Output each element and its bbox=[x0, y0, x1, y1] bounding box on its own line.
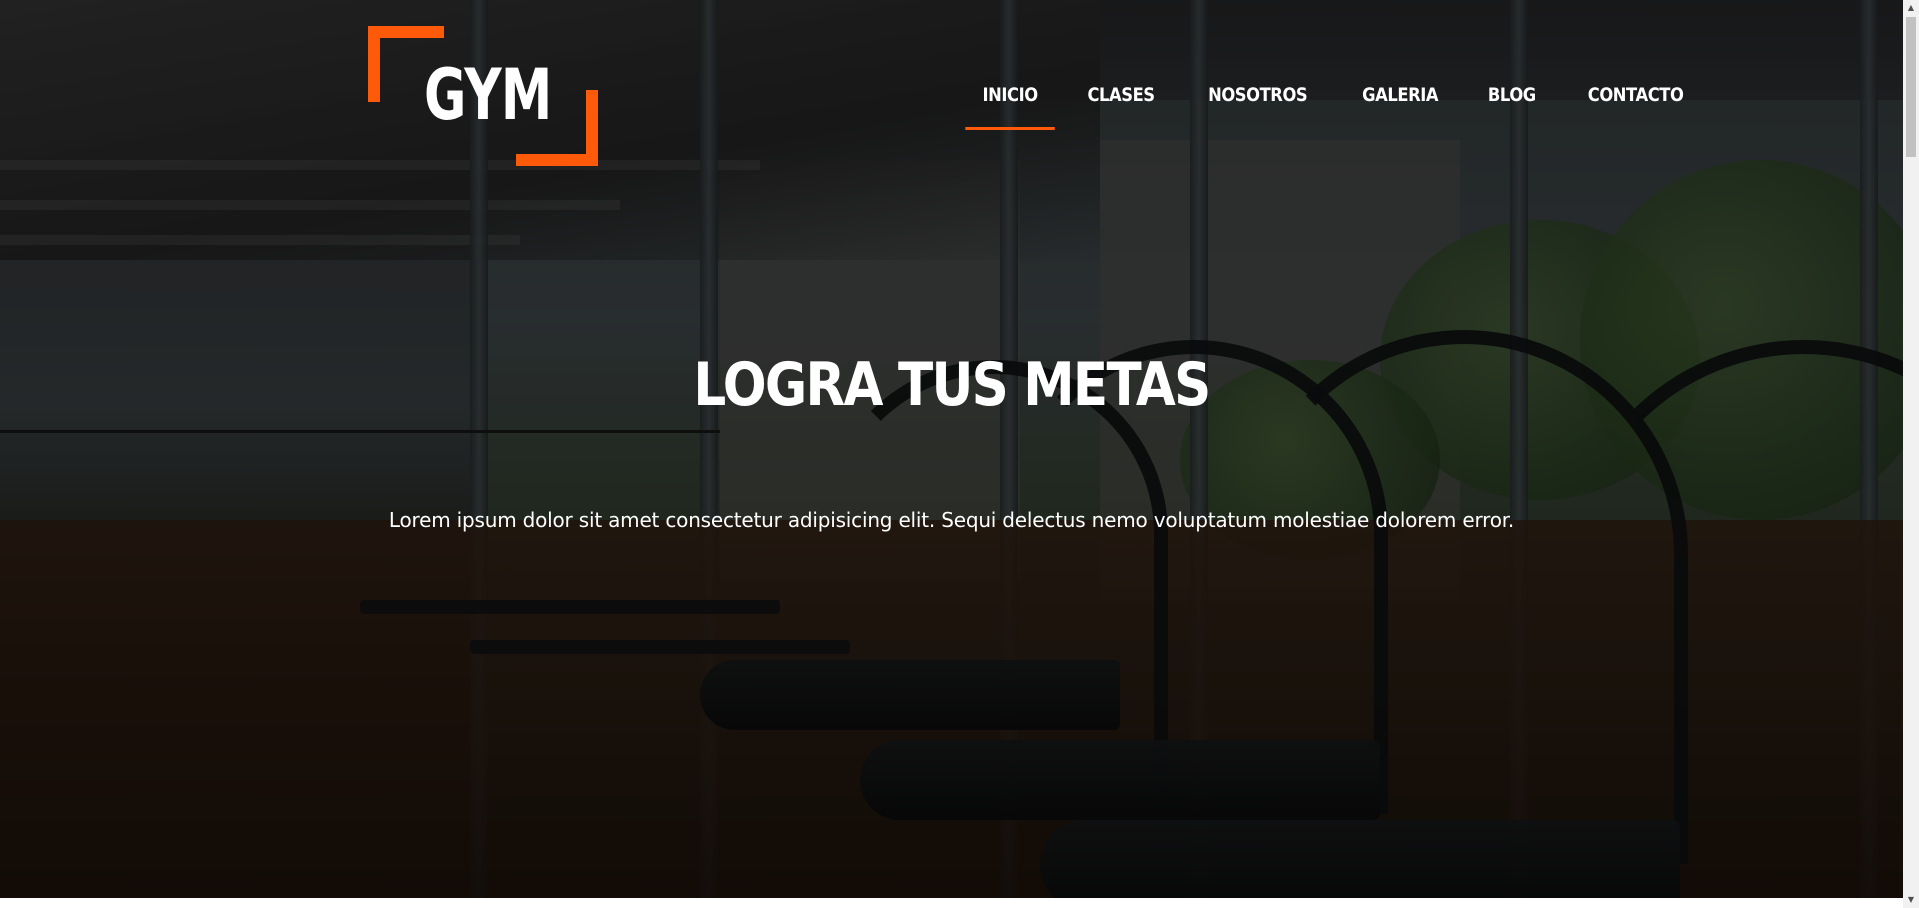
nav-item-blog[interactable]: BLOG bbox=[1471, 80, 1553, 130]
page-bottom-edge bbox=[0, 898, 1903, 908]
arrow-down-icon[interactable]: ▼ bbox=[1903, 892, 1919, 908]
hero-background-image bbox=[0, 0, 1903, 898]
nav-item-contacto[interactable]: CONTACTO bbox=[1570, 80, 1700, 130]
logo-text: GYM bbox=[424, 54, 552, 136]
vertical-scrollbar[interactable]: ▲ ▼ bbox=[1903, 0, 1919, 908]
main-nav: INICIO CLASES NOSOTROS GALERIA BLOG CONT… bbox=[958, 80, 1711, 130]
dark-overlay bbox=[0, 0, 1903, 898]
page: GYM INICIO CLASES NOSOTROS GALERIA BLOG … bbox=[0, 0, 1919, 908]
nav-item-inicio[interactable]: INICIO bbox=[965, 80, 1056, 130]
nav-item-nosotros[interactable]: NOSOTROS bbox=[1191, 80, 1325, 130]
hero-description: Lorem ipsum dolor sit amet consectetur a… bbox=[388, 508, 1515, 532]
hero-title: LOGRA TUS METAS bbox=[693, 350, 1211, 420]
logo[interactable]: GYM bbox=[368, 26, 598, 166]
arrow-up-icon[interactable]: ▲ bbox=[1903, 0, 1919, 16]
nav-item-galeria[interactable]: GALERIA bbox=[1345, 80, 1455, 130]
nav-item-clases[interactable]: CLASES bbox=[1070, 80, 1172, 130]
scrollbar-thumb[interactable] bbox=[1906, 17, 1916, 157]
